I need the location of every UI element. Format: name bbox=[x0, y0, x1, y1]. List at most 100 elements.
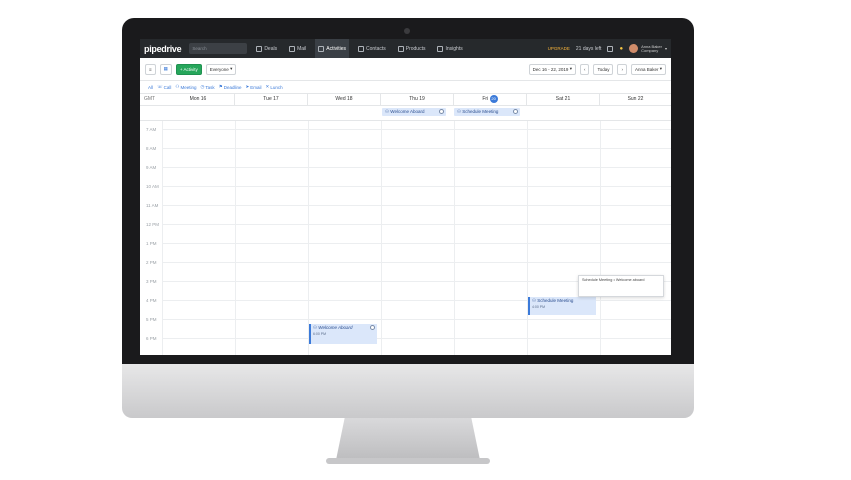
timezone-label: GMT bbox=[144, 96, 156, 102]
timed-event-welcome-aboard[interactable]: ⚇ Welcome Aboard 6:00 PM bbox=[309, 324, 377, 344]
send-icon: ➤ bbox=[245, 84, 250, 89]
date-range: Dec 16 - 22, 2019 bbox=[532, 66, 569, 72]
filter-label: Lunch bbox=[270, 84, 283, 90]
user-info: Anna Baker Company bbox=[641, 44, 662, 53]
monitor-chin bbox=[122, 364, 694, 418]
calendar-grid[interactable]: 7 AM 8 AM 9 AM 10 AM 11 AM 12 PM 1 PM 2 … bbox=[140, 121, 671, 355]
avatar bbox=[629, 44, 639, 53]
deals-icon bbox=[256, 45, 263, 52]
filter-label: Task bbox=[205, 84, 215, 90]
filter-meeting[interactable]: ⚇ Meeting bbox=[175, 84, 196, 90]
filter-all[interactable]: All bbox=[148, 85, 153, 90]
calendar-icon bbox=[318, 45, 325, 52]
day-header-sun[interactable]: Sun 22 bbox=[600, 94, 671, 105]
next-week-button[interactable]: › bbox=[617, 63, 627, 75]
day-header-sat[interactable]: Sat 21 bbox=[527, 94, 600, 105]
event-title: Welcome Aboard bbox=[390, 109, 425, 114]
event-title: Schedule Meeting bbox=[537, 298, 574, 303]
filter-lunch[interactable]: ✕ Lunch bbox=[266, 84, 283, 90]
complete-checkbox[interactable] bbox=[370, 325, 375, 330]
people-icon: ⚇ bbox=[175, 84, 180, 89]
allday-event-schedule[interactable]: ⚇ Schedule Meeting bbox=[454, 108, 520, 116]
allday-event-welcome[interactable]: ⚇ Welcome Aboard bbox=[382, 108, 446, 116]
complete-checkbox[interactable] bbox=[439, 109, 444, 114]
tooltip-text: Schedule Meeting • Welcome aboard bbox=[582, 278, 645, 282]
day-header-wed[interactable]: Wed 18 bbox=[308, 94, 381, 105]
pipedrive-logo[interactable]: pipedrive bbox=[144, 44, 182, 54]
chevron-down-icon: ▾ bbox=[658, 66, 662, 71]
today-badge: 20 bbox=[489, 95, 498, 103]
calendar-icon: ▦ bbox=[163, 66, 168, 71]
lightbulb-icon[interactable]: ● bbox=[619, 46, 623, 52]
trial-text: 21 days left bbox=[575, 45, 602, 52]
filter-task[interactable]: ◷ Task bbox=[200, 84, 214, 90]
nav-label: Deals bbox=[264, 45, 278, 52]
filter-email[interactable]: ➤ Email bbox=[246, 84, 262, 90]
event-title: Welcome Aboard bbox=[318, 325, 353, 330]
day-label: Fri bbox=[482, 96, 489, 102]
hour-label: 6 PM bbox=[146, 336, 157, 341]
nav-item-contacts[interactable]: Contacts bbox=[355, 39, 389, 58]
prev-week-button[interactable]: ‹ bbox=[579, 63, 590, 75]
chevron-down-icon: ▾ bbox=[228, 66, 233, 71]
nav-item-products[interactable]: Products bbox=[395, 39, 429, 58]
hour-label: 8 AM bbox=[146, 146, 157, 151]
day-header-mon[interactable]: Mon 16 bbox=[162, 94, 235, 105]
day-header-tue[interactable]: Tue 17 bbox=[235, 94, 308, 105]
event-time: 6:00 PM bbox=[313, 332, 327, 336]
add-activity-button[interactable]: + Activity bbox=[175, 63, 202, 75]
clock-icon: ◷ bbox=[200, 84, 205, 89]
allday-row: ⚇ Welcome Aboard ⚇ Schedule Meeting bbox=[140, 106, 671, 121]
phone-icon: ☏ bbox=[157, 84, 163, 89]
monitor-stand-base bbox=[326, 458, 490, 464]
filter-deadline[interactable]: ⚑ Deadline bbox=[219, 84, 242, 90]
hour-label: 4 PM bbox=[146, 298, 157, 303]
flag-icon: ⚑ bbox=[218, 84, 223, 89]
calendar-header: GMT Mon 16 Tue 17 Wed 18 Thu 19 Fri 20 S… bbox=[140, 93, 671, 106]
toolbar: ≡ ▦ + Activity Everyone ▾ Dec 16 - 22, 2… bbox=[140, 58, 671, 81]
today-button[interactable]: Today bbox=[593, 63, 614, 75]
chevron-down-icon: ▾ bbox=[568, 66, 572, 71]
camera-icon bbox=[404, 28, 410, 34]
filter-label: All bbox=[148, 84, 154, 90]
hour-label: 5 PM bbox=[146, 317, 157, 322]
search-input[interactable]: Search bbox=[189, 43, 248, 54]
list-icon: ≡ bbox=[149, 66, 152, 72]
filter-label: Call bbox=[163, 84, 172, 90]
nav-label: Insights bbox=[445, 45, 463, 52]
hour-label: 2 PM bbox=[146, 260, 157, 265]
day-header-thu[interactable]: Thu 19 bbox=[381, 94, 454, 105]
app-screen: pipedrive Search Deals Mail Activities C… bbox=[140, 39, 671, 355]
timed-event-schedule-meeting[interactable]: ⚇ Schedule Meeting 4:00 PM bbox=[528, 297, 596, 315]
chevron-left-icon: ‹ bbox=[583, 66, 586, 72]
hour-label: 11 AM bbox=[146, 203, 159, 208]
nav-item-deals[interactable]: Deals bbox=[253, 39, 280, 58]
nav-item-activities[interactable]: Activities bbox=[315, 39, 350, 58]
hour-label: 10 AM bbox=[146, 184, 159, 189]
chevron-down-icon: ▾ bbox=[664, 46, 667, 51]
mail-icon bbox=[289, 45, 296, 52]
filter-dropdown[interactable]: Everyone ▾ bbox=[205, 63, 237, 75]
box-icon bbox=[397, 45, 404, 52]
nav-label: Contacts bbox=[366, 45, 386, 52]
user-company: Company bbox=[641, 47, 659, 53]
list-view-button[interactable]: ≡ bbox=[145, 63, 156, 75]
nav-item-mail[interactable]: Mail bbox=[286, 39, 309, 58]
complete-checkbox[interactable] bbox=[513, 109, 518, 114]
event-title: Schedule Meeting bbox=[462, 109, 499, 114]
monitor-stand bbox=[336, 418, 480, 460]
event-tooltip: Schedule Meeting • Welcome aboard bbox=[578, 275, 664, 297]
filter-label: Email bbox=[250, 84, 262, 90]
event-time: 4:00 PM bbox=[532, 305, 546, 309]
owner-dropdown[interactable]: Anna Baker ▾ bbox=[630, 63, 666, 75]
user-menu[interactable]: Anna Baker Company ▾ bbox=[629, 44, 667, 53]
help-icon[interactable] bbox=[607, 45, 614, 52]
top-nav: pipedrive Search Deals Mail Activities C… bbox=[140, 39, 671, 58]
upgrade-link[interactable]: UPGRADE bbox=[548, 46, 570, 51]
chevron-right-icon: › bbox=[621, 66, 623, 72]
date-range-picker[interactable]: Dec 16 - 22, 2019 ▾ bbox=[528, 63, 576, 75]
filter-call[interactable]: ☏ Call bbox=[157, 84, 171, 90]
nav-item-insights[interactable]: Insights bbox=[434, 39, 465, 58]
day-header-fri[interactable]: Fri 20 bbox=[454, 94, 527, 105]
calendar-view-button[interactable]: ▦ bbox=[159, 63, 172, 75]
